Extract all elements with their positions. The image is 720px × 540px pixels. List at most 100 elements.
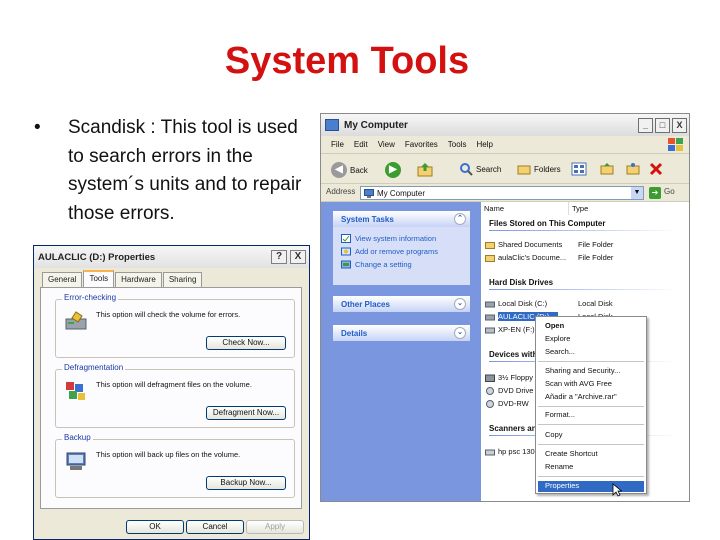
menu-item-open[interactable]: Open — [545, 321, 564, 330]
folders-button[interactable]: Folders — [517, 162, 561, 176]
folder-icon — [485, 241, 495, 249]
copy-to-icon — [626, 163, 640, 175]
dvd-icon — [486, 399, 494, 408]
menu-bar: File Edit View Favorites Tools Help — [321, 136, 689, 154]
mouse-cursor-icon — [612, 483, 622, 497]
system-info-icon — [341, 234, 351, 243]
column-name[interactable]: Name — [481, 202, 569, 215]
section-divider — [489, 289, 679, 290]
copy-to-button[interactable] — [625, 162, 641, 176]
menu-item-explore[interactable]: Explore — [545, 334, 570, 343]
menu-item-scan-avg[interactable]: Scan with AVG Free — [545, 379, 612, 388]
item-type: File Folder — [578, 253, 614, 262]
defragment-now-button[interactable]: Defragment Now... — [206, 406, 286, 420]
move-to-icon — [600, 163, 614, 175]
forward-button[interactable]: ▶ — [385, 162, 401, 178]
help-button[interactable]: ? — [271, 250, 287, 264]
menu-item-rename[interactable]: Rename — [545, 462, 573, 471]
menu-item-format[interactable]: Format... — [545, 410, 575, 419]
views-icon — [571, 162, 587, 176]
task-label: Add or remove programs — [355, 247, 438, 256]
system-tasks-title: System Tasks — [341, 215, 394, 224]
back-arrow-icon: ◀ — [331, 162, 347, 178]
backup-now-button[interactable]: Backup Now... — [206, 476, 286, 490]
back-button[interactable]: ◀ Back — [331, 162, 368, 178]
task-add-remove-programs[interactable]: Add or remove programs — [333, 245, 470, 258]
task-change-setting[interactable]: Change a setting — [333, 258, 470, 271]
address-dropdown-icon[interactable]: ▼ — [631, 187, 643, 199]
error-checking-group: Error-checking This option will check th… — [55, 293, 295, 358]
menu-edit[interactable]: Edit — [354, 140, 368, 149]
task-view-system-info[interactable]: View system information — [333, 232, 470, 245]
system-tasks-header[interactable]: System Tasks ⌃ — [333, 211, 470, 227]
minimize-button[interactable]: _ — [638, 117, 653, 133]
folders-icon — [517, 165, 531, 175]
details-box: Details ⌄ — [333, 325, 470, 341]
address-input[interactable]: My Computer ▼ — [360, 186, 644, 200]
menu-item-copy[interactable]: Copy — [545, 430, 563, 439]
cancel-button[interactable]: Cancel — [186, 520, 244, 534]
move-to-button[interactable] — [599, 162, 615, 176]
disk-check-icon — [65, 311, 87, 330]
item-type: File Folder — [578, 240, 614, 249]
collapse-icon[interactable]: ⌃ — [454, 213, 466, 225]
other-places-box: Other Places ⌄ — [333, 296, 470, 312]
item-type: Local Disk — [578, 299, 613, 308]
windows-logo-icon — [668, 138, 683, 151]
group-description: This option will back up files on the vo… — [96, 450, 241, 459]
apply-button[interactable]: Apply — [246, 520, 304, 534]
expand-icon[interactable]: ⌄ — [454, 298, 466, 310]
views-button[interactable] — [571, 162, 587, 176]
defragmentation-group: Defragmentation This option will defragm… — [55, 363, 295, 428]
close-button[interactable]: X — [290, 250, 306, 264]
search-button[interactable]: Search — [459, 162, 501, 176]
menu-favorites[interactable]: Favorites — [405, 140, 438, 149]
scanner-icon — [485, 449, 495, 455]
list-item[interactable]: aulaClic's Docume... File Folder — [485, 253, 638, 262]
column-type[interactable]: Type — [569, 202, 689, 215]
search-icon — [460, 163, 473, 176]
other-places-header[interactable]: Other Places ⌄ — [333, 296, 470, 312]
menu-tools[interactable]: Tools — [448, 140, 467, 149]
window-titlebar[interactable]: My Computer _ □ X — [321, 114, 689, 136]
menu-item-sharing[interactable]: Sharing and Security... — [545, 366, 620, 375]
list-item[interactable]: Local Disk (C:) Local Disk — [485, 299, 638, 308]
tab-hardware[interactable]: Hardware — [115, 272, 162, 288]
details-header[interactable]: Details ⌄ — [333, 325, 470, 341]
tab-tools[interactable]: Tools — [83, 270, 115, 288]
defrag-icon — [66, 382, 85, 400]
dvd-icon — [486, 386, 494, 395]
section-divider — [489, 230, 679, 231]
menu-separator — [538, 406, 644, 407]
slide-title: System Tools — [224, 40, 470, 82]
search-label: Search — [476, 164, 502, 174]
menu-item-properties[interactable]: Properties — [545, 481, 579, 490]
menu-view[interactable]: View — [378, 140, 395, 149]
tab-sharing[interactable]: Sharing — [162, 272, 203, 288]
check-now-button[interactable]: Check Now... — [206, 336, 286, 350]
control-panel-icon — [341, 260, 351, 269]
folders-label: Folders — [534, 164, 561, 174]
ok-button[interactable]: OK — [126, 520, 184, 534]
maximize-button[interactable]: □ — [655, 117, 670, 133]
delete-button[interactable] — [649, 162, 663, 176]
hard-disk-icon — [485, 301, 495, 307]
tab-general[interactable]: General — [42, 272, 83, 288]
menu-item-create-shortcut[interactable]: Create Shortcut — [545, 449, 598, 458]
list-item[interactable]: Shared Documents File Folder — [485, 240, 638, 249]
tools-panel: Error-checking This option will check th… — [40, 287, 302, 509]
menu-help[interactable]: Help — [476, 140, 492, 149]
menu-item-add-archive[interactable]: Añadir a "Archive.rar" — [545, 392, 617, 401]
details-title: Details — [341, 329, 368, 338]
go-button[interactable]: Go — [664, 187, 675, 196]
up-folder-button[interactable] — [417, 162, 433, 178]
menu-separator — [538, 424, 644, 425]
group-description: This option will defragment files on the… — [96, 380, 252, 389]
dialog-titlebar[interactable]: AULACLIC (D:) Properties ? X — [34, 246, 309, 268]
close-button[interactable]: X — [672, 117, 687, 133]
menu-file[interactable]: File — [331, 140, 344, 149]
expand-icon[interactable]: ⌄ — [454, 327, 466, 339]
go-arrow-icon[interactable]: ➔ — [649, 187, 661, 199]
group-label: Backup — [62, 433, 93, 442]
menu-item-search[interactable]: Search... — [545, 347, 575, 356]
